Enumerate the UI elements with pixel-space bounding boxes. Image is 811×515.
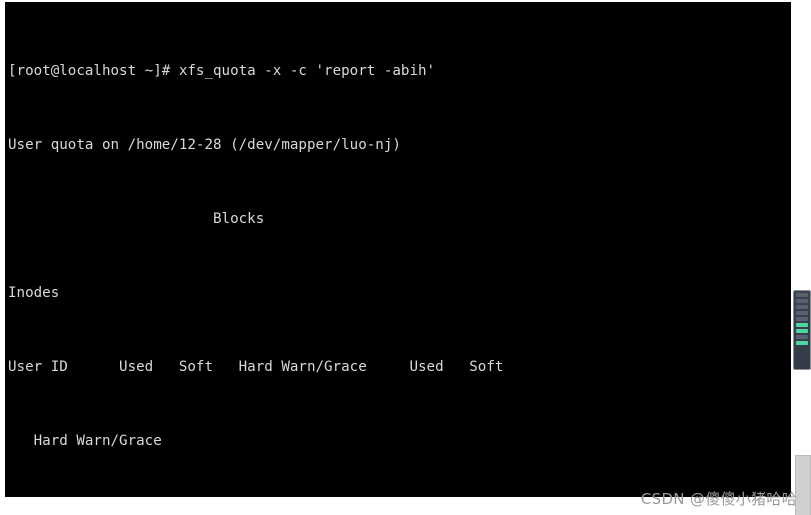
code-minimap-fragment[interactable] [793, 290, 811, 370]
terminal-line-user-inodes-label: Inodes [8, 284, 60, 301]
terminal-line-user-blocks-label: Blocks [8, 210, 572, 227]
minimap-row [796, 311, 808, 315]
minimap-row-accent [796, 341, 808, 345]
scrollbar-nub-fragment[interactable] [795, 455, 811, 515]
csdn-watermark: CSDN @傻傻小猪哈哈 [640, 490, 797, 508]
terminal-line-user-column-header-1: User ID Used Soft Hard Warn/Grace Used S… [8, 358, 504, 375]
minimap-row [796, 335, 808, 339]
minimap-row [796, 305, 808, 309]
screenshot-root: [root@localhost ~]# xfs_quota -x -c 'rep… [0, 0, 811, 515]
terminal-line-user-column-header-2: Hard Warn/Grace [8, 432, 162, 449]
minimap-row [796, 293, 808, 297]
terminal-line-prompt: [root@localhost ~]# xfs_quota -x -c 'rep… [8, 62, 436, 79]
terminal-window[interactable]: [root@localhost ~]# xfs_quota -x -c 'rep… [5, 2, 791, 497]
terminal-output: [root@localhost ~]# xfs_quota -x -c 'rep… [8, 6, 788, 497]
minimap-row [796, 299, 808, 303]
minimap-row-accent [796, 329, 808, 333]
terminal-line-user-quota-header: User quota on /home/12-28 (/dev/mapper/l… [8, 136, 401, 153]
minimap-row [796, 317, 808, 321]
minimap-row-accent [796, 323, 808, 327]
